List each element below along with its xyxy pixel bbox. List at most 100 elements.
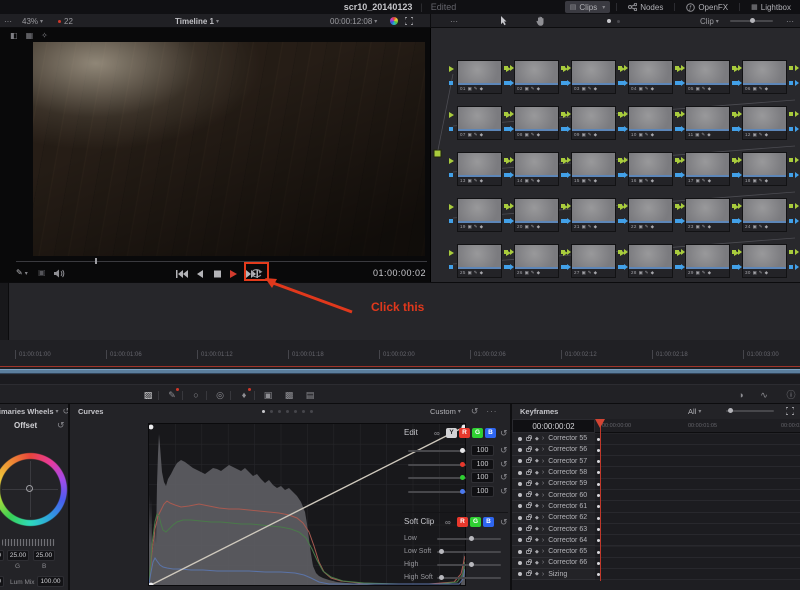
curves-reset-icon[interactable]: ↺: [471, 406, 479, 417]
corrector-node-30[interactable]: 30 ▣ ✎ ◆: [742, 244, 787, 278]
viewer-scrub-bar[interactable]: [16, 261, 427, 262]
slider-handle[interactable]: [469, 536, 474, 541]
keyframe-track-label[interactable]: ◆›Sizing: [512, 569, 595, 580]
keyframe-diamond-icon[interactable]: ◆: [535, 470, 539, 476]
lock-icon[interactable]: [526, 550, 531, 554]
edit-value-b[interactable]: 100: [471, 486, 494, 497]
viewer-timecode[interactable]: 00:00:12:08▾: [330, 14, 377, 28]
qualifier-icon[interactable]: ♦: [236, 388, 252, 402]
soft-clip-r-button[interactable]: R: [457, 517, 468, 527]
keyframe-track-label[interactable]: ◆›Corrector 62: [512, 513, 595, 524]
expand-chevron-icon[interactable]: ›: [542, 446, 544, 453]
keyframe-track-lane[interactable]: [595, 479, 800, 490]
edit-reset-icon[interactable]: ↺: [500, 428, 508, 439]
track-enable-dot[interactable]: [518, 448, 522, 452]
slider-handle[interactable]: [439, 575, 444, 580]
chevron-down-icon[interactable]: ▾: [56, 408, 59, 415]
color-palette-icon[interactable]: [390, 14, 398, 28]
keyframe-diamond-icon[interactable]: ◆: [535, 560, 539, 566]
viewer-zoom-select[interactable]: 43%▾: [22, 14, 43, 28]
lock-icon[interactable]: [526, 538, 531, 542]
corrector-node-10[interactable]: 10 ▣ ✎ ◆: [628, 106, 673, 140]
lock-icon[interactable]: [526, 448, 531, 452]
clips-button[interactable]: ▤ Clips▾: [565, 1, 610, 13]
still-grab-icon[interactable]: ▣: [38, 268, 46, 277]
edit-value-r[interactable]: 100: [471, 459, 494, 470]
corrector-node-12[interactable]: 12 ▣ ✎ ◆: [742, 106, 787, 140]
split-screen-icon[interactable]: ◑: [733, 388, 749, 402]
slider-reset-icon[interactable]: ↺: [500, 445, 508, 456]
keyframes-playhead-line[interactable]: [600, 420, 601, 581]
lum-mix-value[interactable]: 100.00: [37, 576, 64, 587]
lock-icon[interactable]: [526, 504, 531, 508]
keyframe-diamond-icon[interactable]: ◆: [535, 571, 539, 577]
corrector-node-17[interactable]: 17 ▣ ✎ ◆: [685, 152, 730, 186]
offset-reset-icon[interactable]: ↺: [57, 420, 65, 431]
corrector-node-22[interactable]: 22 ▣ ✎ ◆: [628, 198, 673, 232]
expand-chevron-icon[interactable]: ›: [542, 492, 544, 499]
corrector-node-20[interactable]: 20 ▣ ✎ ◆: [514, 198, 559, 232]
bypass-icon[interactable]: ▨: [140, 388, 156, 402]
lightbox-button[interactable]: ▦ Lightbox: [746, 1, 796, 13]
keyframe-track-label[interactable]: ◆›Corrector 65: [512, 547, 595, 558]
soft-clip-link-icon[interactable]: ∞: [445, 518, 451, 527]
timeline-clip-bar[interactable]: [0, 369, 800, 374]
expand-chevron-icon[interactable]: ›: [542, 503, 544, 510]
keyframe-track-lane[interactable]: [595, 501, 800, 512]
slider-handle[interactable]: [460, 489, 465, 494]
keyframes-expand-icon[interactable]: [786, 407, 794, 415]
corrector-node-04[interactable]: 04 ▣ ✎ ◆: [628, 60, 673, 94]
keyframe-track-lane[interactable]: [595, 569, 800, 580]
keyframe-track-label[interactable]: ◆›Corrector 57: [512, 456, 595, 467]
keyframe-diamond-icon[interactable]: ◆: [535, 447, 539, 453]
slider-reset-icon[interactable]: ↺: [500, 486, 508, 497]
track-enable-dot[interactable]: [518, 527, 522, 531]
curve-control-point[interactable]: [149, 425, 153, 430]
slider-handle[interactable]: [460, 462, 465, 467]
corrector-node-02[interactable]: 02 ▣ ✎ ◆: [514, 60, 559, 94]
keyframe-track-lane[interactable]: [595, 456, 800, 467]
curves-preset-select[interactable]: Custom: [430, 407, 456, 416]
scopes-icon[interactable]: ∿: [756, 388, 772, 402]
corrector-node-13[interactable]: 13 ▣ ✎ ◆: [457, 152, 502, 186]
channel-b-button[interactable]: B: [485, 428, 496, 438]
keyframes-filter-select[interactable]: All: [688, 407, 696, 416]
keyframe-diamond-icon[interactable]: ◆: [535, 492, 539, 498]
track-enable-dot[interactable]: [518, 572, 522, 576]
corrector-node-26[interactable]: 26 ▣ ✎ ◆: [514, 244, 559, 278]
pan-tool-icon[interactable]: [536, 14, 545, 28]
grid-view-icon[interactable]: ▦: [26, 31, 42, 40]
track-enable-dot[interactable]: [518, 550, 522, 554]
keyframe-diamond-icon[interactable]: ◆: [535, 481, 539, 487]
slider-track[interactable]: [408, 450, 466, 452]
offset-b-value[interactable]: 25.00: [33, 550, 55, 561]
lock-icon[interactable]: [526, 516, 531, 520]
soft-clip-g-button[interactable]: G: [470, 517, 481, 527]
track-enable-dot[interactable]: [518, 516, 522, 520]
track-enable-dot[interactable]: [518, 459, 522, 463]
corrector-node-15[interactable]: 15 ▣ ✎ ◆: [571, 152, 616, 186]
slider-track[interactable]: [437, 577, 501, 579]
color-picker-icon[interactable]: ✎: [164, 388, 180, 402]
curves-more-icon[interactable]: ···: [486, 407, 497, 416]
channel-g-button[interactable]: G: [472, 428, 483, 438]
track-enable-dot[interactable]: [518, 561, 522, 565]
keyframe-track-lane[interactable]: [595, 434, 800, 445]
viewer-expand-icon[interactable]: [405, 14, 413, 28]
keyframe-diamond-icon[interactable]: ◆: [535, 537, 539, 543]
keyframe-track-lane[interactable]: [595, 490, 800, 501]
viewer-playhead-tick[interactable]: [95, 258, 97, 264]
offset-r-value[interactable]: 0: [0, 550, 4, 561]
corrector-node-01[interactable]: 01 ▣ ✎ ◆: [457, 60, 502, 94]
corrector-node-27[interactable]: 27 ▣ ✎ ◆: [571, 244, 616, 278]
keyframe-track-label[interactable]: ◆›Corrector 56: [512, 445, 595, 456]
keyframe-track-lane[interactable]: [595, 445, 800, 456]
corrector-node-11[interactable]: 11 ▣ ✎ ◆: [685, 106, 730, 140]
keyframe-track-label[interactable]: ◆›Corrector 64: [512, 535, 595, 546]
slider-track[interactable]: [408, 464, 466, 466]
corrector-node-07[interactable]: 07 ▣ ✎ ◆: [457, 106, 502, 140]
expand-chevron-icon[interactable]: ›: [542, 458, 544, 465]
expand-chevron-icon[interactable]: ›: [542, 514, 544, 521]
keyframe-track-label[interactable]: ◆›Corrector 59: [512, 479, 595, 490]
edit-value-y[interactable]: 100: [471, 445, 494, 456]
